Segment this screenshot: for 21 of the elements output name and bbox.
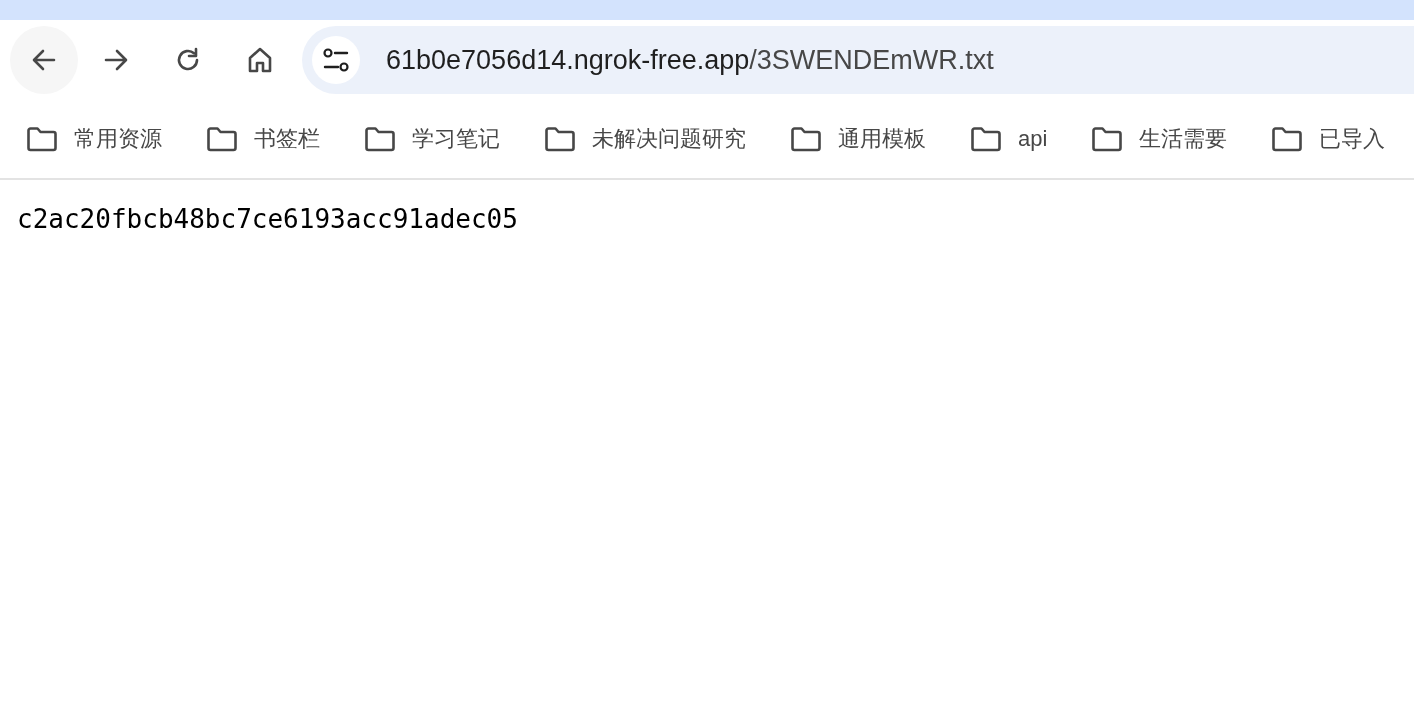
bookmark-folder[interactable]: 未解决问题研究 [544,124,746,154]
tune-icon [323,48,349,72]
bookmark-folder[interactable]: 已导入 [1271,124,1386,154]
folder-icon [26,126,58,152]
bookmark-folder[interactable]: 通用模板 [790,124,926,154]
address-field[interactable]: 61b0e7056d14.ngrok-free.app/3SWENDEmWR.txt [302,26,1414,94]
home-icon [246,46,274,74]
folder-icon [364,126,396,152]
folder-icon [544,126,576,152]
document-text: c2ac20fbcb48bc7ce6193acc91adec05 [17,204,519,234]
bookmark-folder[interactable]: 生活需要 [1091,124,1228,154]
bookmark-folder[interactable]: 常用资源 [26,124,162,154]
folder-icon [206,126,238,152]
bookmark-folder[interactable]: 书签栏 [206,124,320,154]
site-info-button[interactable] [312,36,360,84]
bookmark-folder[interactable]: api [970,126,1048,152]
folder-icon [1091,126,1124,152]
bookmark-folder[interactable]: 学习笔记 [364,124,500,154]
folder-icon [970,126,1002,152]
folder-icon [1271,126,1304,152]
folder-icon [790,126,822,152]
